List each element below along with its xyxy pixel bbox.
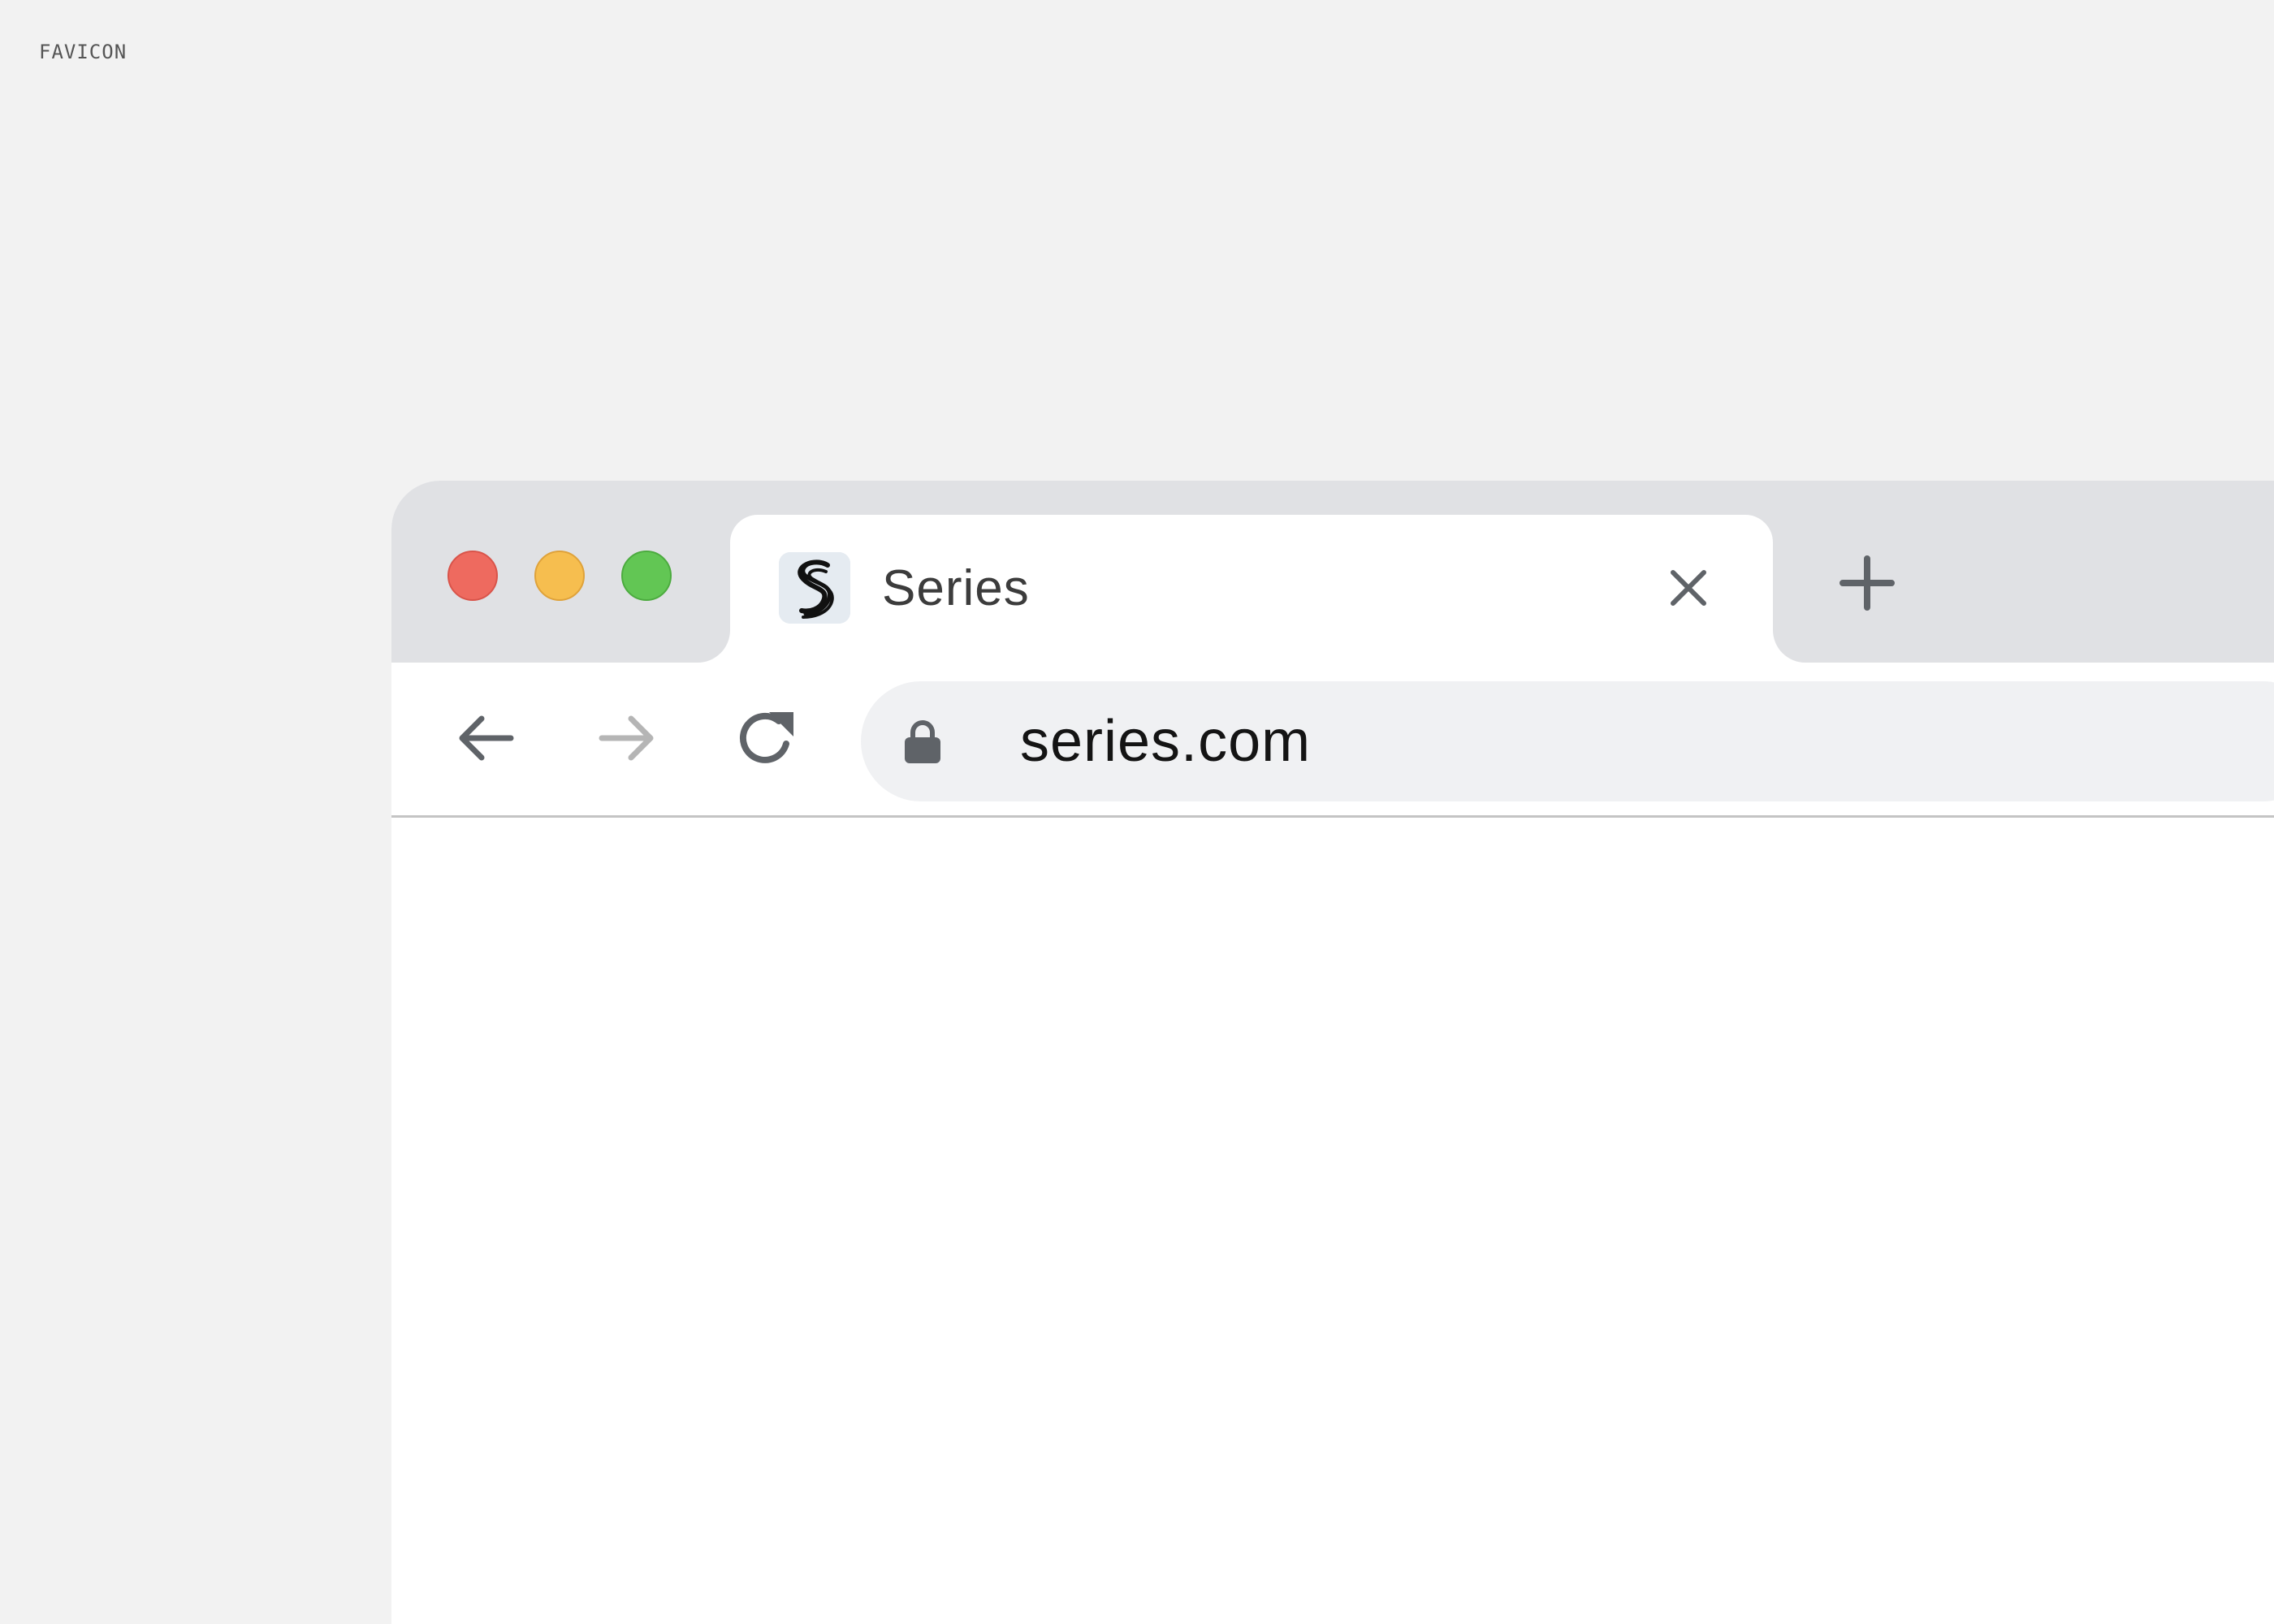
favicon-caption: FAVICON	[39, 41, 128, 63]
lock-icon[interactable]	[900, 718, 945, 765]
series-logo-icon	[779, 552, 850, 624]
reload-icon	[739, 712, 793, 763]
arrow-left-icon	[459, 715, 514, 761]
back-button[interactable]	[449, 701, 524, 775]
tab-title: Series	[882, 560, 1030, 616]
close-window-button[interactable]	[447, 551, 498, 601]
close-icon[interactable]	[1666, 565, 1711, 611]
reload-button[interactable]	[728, 701, 803, 775]
tab-series[interactable]: Series	[730, 515, 1773, 663]
browser-toolbar: series.com	[391, 663, 2274, 818]
plus-icon[interactable]	[1838, 554, 1896, 612]
address-bar[interactable]: series.com	[861, 681, 2274, 801]
forward-button[interactable]	[589, 701, 664, 775]
minimize-window-button[interactable]	[534, 551, 585, 601]
arrow-right-icon	[599, 715, 654, 761]
browser-window: Series series.com	[391, 481, 2274, 1624]
url-text[interactable]: series.com	[1020, 681, 1311, 801]
tab-strip: Series	[391, 481, 2274, 663]
maximize-window-button[interactable]	[621, 551, 672, 601]
